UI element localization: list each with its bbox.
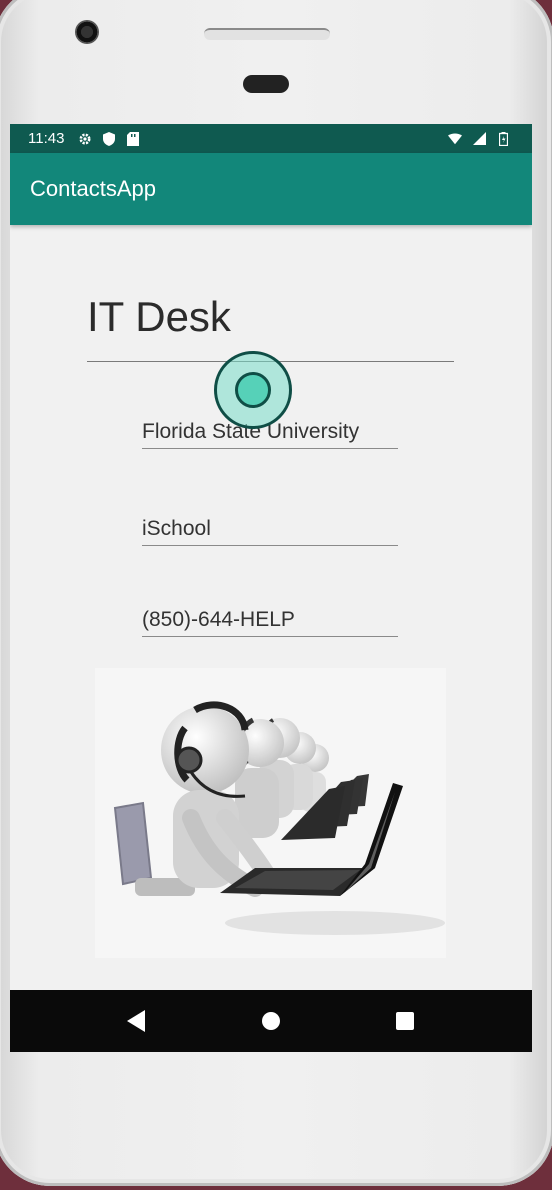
sd-card-icon	[126, 131, 140, 146]
battery-icon	[496, 131, 510, 146]
home-icon	[262, 1012, 280, 1030]
touch-indicator-dot	[235, 372, 271, 408]
settings-icon	[78, 132, 92, 146]
signal-icon	[472, 132, 486, 146]
department-field[interactable]: iSchool	[142, 517, 398, 546]
recents-button[interactable]	[385, 1001, 425, 1041]
device-screen: 11:43 ContactsApp IT Desk Florida State …	[10, 124, 532, 1052]
home-button[interactable]	[251, 1001, 291, 1041]
wifi-icon	[448, 132, 462, 146]
phone-field[interactable]: (850)-644-HELP	[142, 608, 398, 637]
app-title: ContactsApp	[30, 176, 156, 201]
front-camera	[75, 20, 99, 44]
back-icon	[127, 1010, 145, 1032]
recents-icon	[396, 1012, 414, 1030]
earpiece-speaker	[204, 28, 330, 40]
help-desk-illustration	[95, 668, 446, 958]
contact-name: IT Desk	[87, 293, 231, 340]
status-time: 11:43	[28, 130, 65, 147]
back-button[interactable]	[117, 1001, 157, 1041]
navigation-bar	[10, 990, 532, 1052]
status-bar: 11:43	[10, 124, 532, 153]
shield-icon	[102, 131, 116, 146]
proximity-sensor	[243, 75, 289, 93]
app-bar: ContactsApp	[10, 153, 532, 225]
touch-indicator	[214, 351, 292, 429]
